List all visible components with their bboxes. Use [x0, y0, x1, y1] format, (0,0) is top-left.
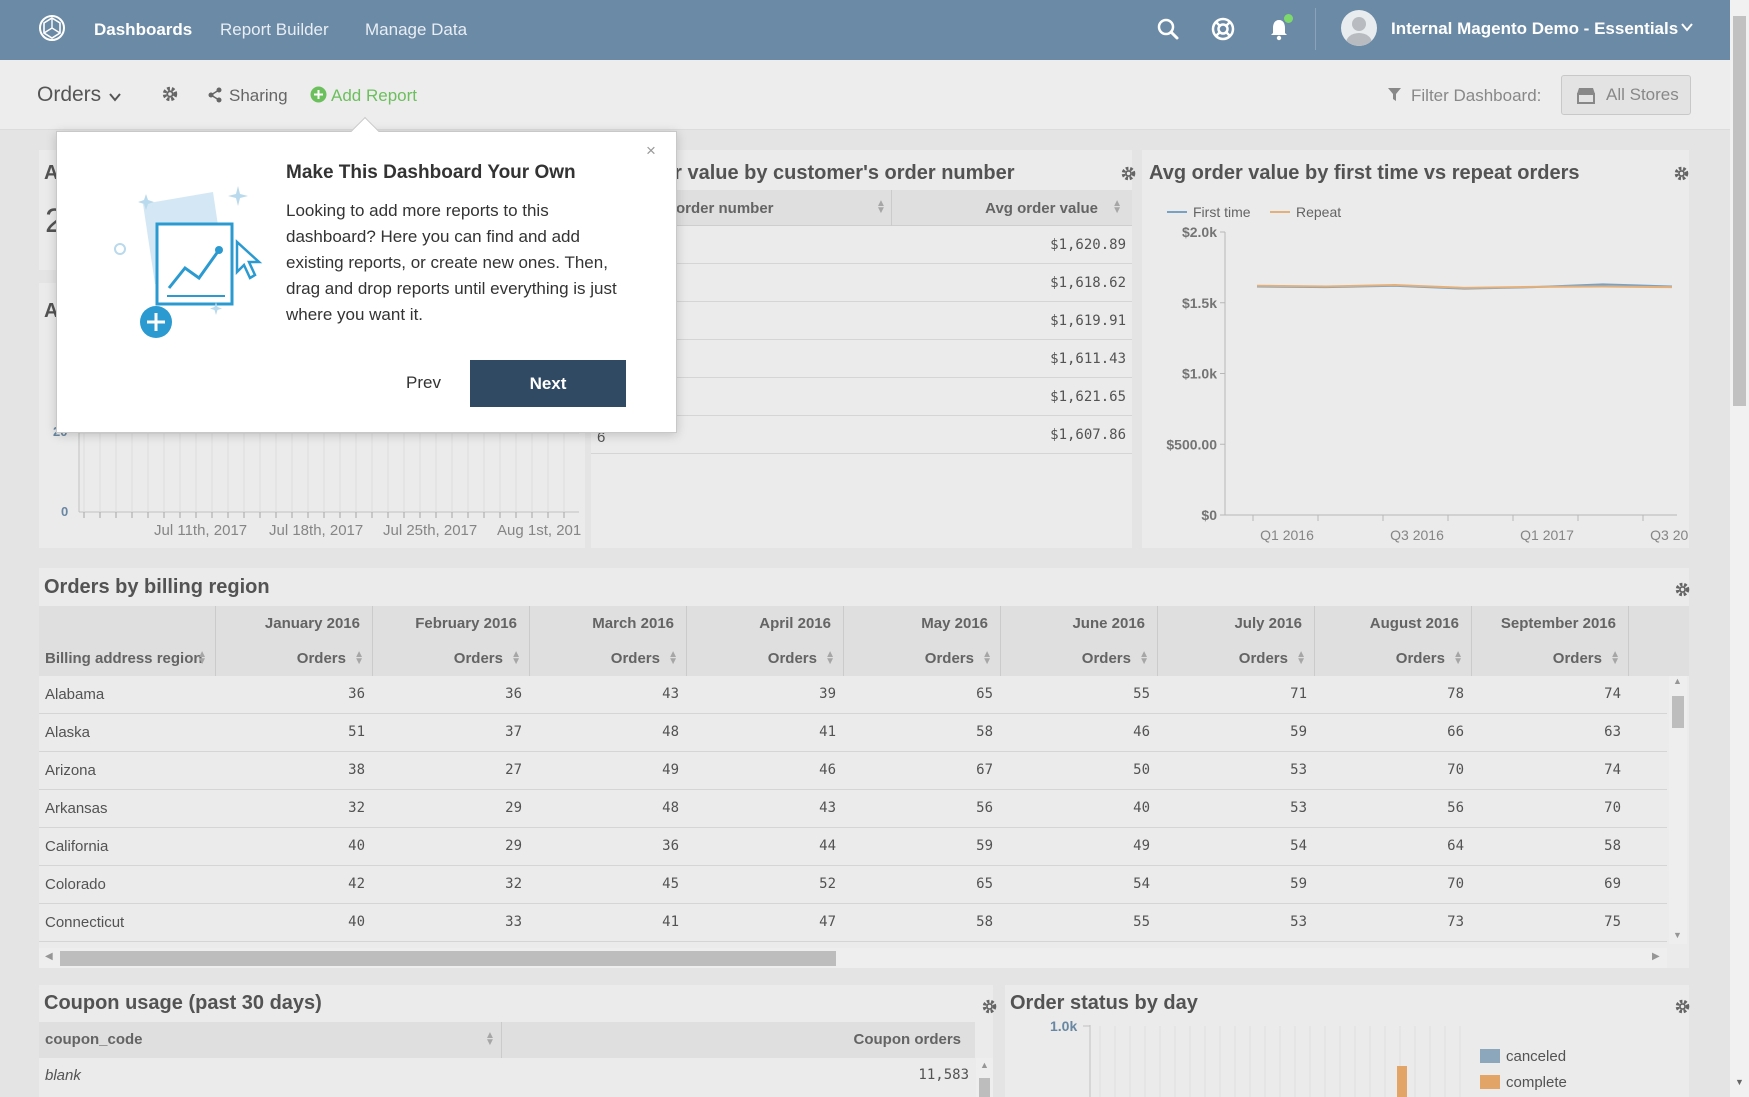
page-scrollbar[interactable]: ▼	[1730, 0, 1749, 1097]
top-navigation-bar: Dashboards Report Builder Manage Data In…	[0, 0, 1730, 60]
prev-button[interactable]: Prev	[406, 373, 441, 393]
next-button[interactable]: Next	[470, 360, 626, 407]
onboarding-tooltip: × Make This Dashboard Your Own Looking t…	[56, 116, 677, 433]
sharing-button[interactable]: Sharing	[229, 86, 288, 106]
close-icon[interactable]: ×	[646, 141, 656, 161]
tooltip-body: Looking to add more reports to this dash…	[286, 201, 617, 324]
store-filter-button[interactable]: All Stores	[1561, 75, 1691, 115]
help-icon[interactable]	[1211, 17, 1235, 41]
filter-label: Filter Dashboard:	[1411, 86, 1542, 105]
chevron-down-icon[interactable]	[108, 90, 122, 104]
divider	[1315, 8, 1316, 50]
store-filter-label: All Stores	[1606, 85, 1679, 104]
dashboard-toolbar: Orders Sharing Add Report Filter Dashboa…	[0, 60, 1730, 130]
account-name[interactable]: Internal Magento Demo - Essentials	[1391, 19, 1678, 39]
search-icon[interactable]	[1156, 17, 1180, 41]
chevron-down-icon[interactable]	[1680, 20, 1694, 34]
scrollbar-thumb[interactable]	[1733, 16, 1746, 406]
nav-manage-data[interactable]: Manage Data	[365, 20, 467, 40]
gear-icon[interactable]	[161, 85, 179, 103]
add-report-button[interactable]: Add Report	[331, 86, 417, 106]
logo-icon[interactable]	[38, 14, 66, 42]
nav-report-builder[interactable]: Report Builder	[220, 20, 329, 40]
dashboard-illustration-icon	[114, 186, 263, 338]
scroll-down-arrow[interactable]: ▼	[1735, 1077, 1744, 1087]
store-icon	[1577, 88, 1595, 104]
dashboard-selector[interactable]: Orders	[37, 83, 101, 107]
share-icon[interactable]	[207, 87, 223, 103]
tooltip-title: Make This Dashboard Your Own	[286, 162, 576, 183]
notification-dot	[1284, 14, 1293, 23]
nav-dashboards[interactable]: Dashboards	[94, 20, 192, 40]
filter-icon	[1388, 88, 1401, 101]
plus-circle-icon[interactable]	[310, 86, 327, 103]
avatar[interactable]	[1341, 10, 1377, 46]
